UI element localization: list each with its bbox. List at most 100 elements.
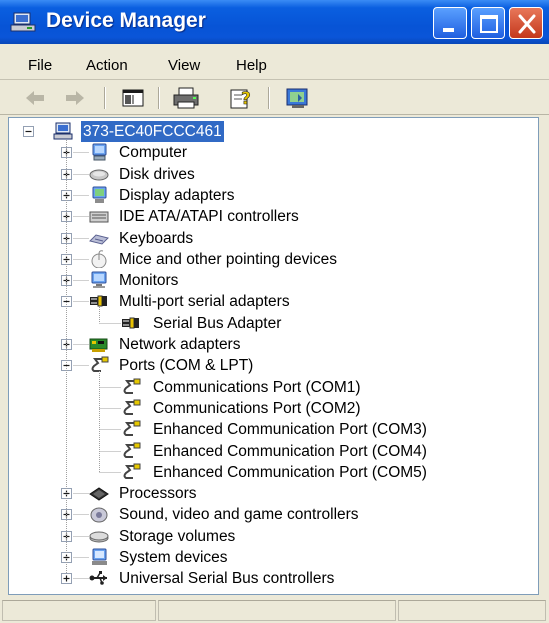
tree-child-9-0[interactable]: Communications Port (COM1) xyxy=(9,377,529,398)
tree-item-label[interactable]: Computer xyxy=(117,142,189,163)
status-pane xyxy=(158,600,396,621)
tree-node-6[interactable]: Monitors xyxy=(9,270,529,291)
toolbar: ? xyxy=(0,81,549,115)
close-icon xyxy=(518,14,536,34)
tree-node-13[interactable]: System devices xyxy=(9,547,529,568)
tree-item-label[interactable]: System devices xyxy=(117,547,230,568)
display-adapter-icon xyxy=(89,186,109,204)
ide-controller-icon xyxy=(89,207,109,225)
root-computer-icon xyxy=(53,122,73,140)
tree-item-label[interactable]: Communications Port (COM1) xyxy=(151,377,363,398)
tree-item-label[interactable]: Display adapters xyxy=(117,185,236,206)
device-manager-icon xyxy=(10,12,36,32)
menu-help[interactable]: Help xyxy=(236,57,267,74)
tree-child-7-0[interactable]: Serial Bus Adapter xyxy=(9,313,529,334)
tree-item-label[interactable]: Storage volumes xyxy=(117,526,237,547)
tree-item-label[interactable]: Enhanced Communication Port (COM4) xyxy=(151,441,429,462)
tree-item-label[interactable]: Enhanced Communication Port (COM3) xyxy=(151,419,429,440)
system-device-icon xyxy=(89,548,109,566)
tree-node-12[interactable]: Storage volumes xyxy=(9,526,529,547)
tree-item-label[interactable]: Sound, video and game controllers xyxy=(117,504,361,525)
tree-child-9-1[interactable]: Communications Port (COM2) xyxy=(9,398,529,419)
tree-node-7[interactable]: Multi-port serial adapters xyxy=(9,291,529,312)
tree-item-label[interactable]: Multi-port serial adapters xyxy=(117,291,292,312)
tree-item-label[interactable]: Universal Serial Bus controllers xyxy=(117,568,336,589)
tree-item-label[interactable]: Monitors xyxy=(117,270,180,291)
toolbar-separator xyxy=(268,87,270,109)
tree-node-3[interactable]: IDE ATA/ATAPI controllers xyxy=(9,206,529,227)
tree-guide-line xyxy=(66,140,68,577)
tree-guide-line xyxy=(99,307,101,327)
tree-node-2[interactable]: Display adapters xyxy=(9,185,529,206)
properties-icon[interactable] xyxy=(284,85,312,111)
tree-node-9[interactable]: Ports (COM & LPT) xyxy=(9,355,529,376)
tree-item-label[interactable]: 373-EC40FCCC461 xyxy=(81,121,224,142)
port-icon xyxy=(121,442,141,460)
monitor-icon xyxy=(89,271,109,289)
tree-node-1[interactable]: Disk drives xyxy=(9,164,529,185)
tree-item-label[interactable]: Keyboards xyxy=(117,228,195,249)
tree-root[interactable]: 373-EC40FCCC461 xyxy=(9,121,529,142)
menu-file[interactable]: File xyxy=(28,57,52,74)
status-pane xyxy=(398,600,546,621)
tree-item-label[interactable]: IDE ATA/ATAPI controllers xyxy=(117,206,301,227)
serial-adapter-icon xyxy=(121,314,141,332)
status-bar xyxy=(0,598,549,623)
computer-icon xyxy=(89,143,109,161)
menu-action[interactable]: Action xyxy=(86,57,128,74)
tree-node-10[interactable]: Processors xyxy=(9,483,529,504)
storage-volume-icon xyxy=(89,527,109,545)
tree-item-label[interactable]: Serial Bus Adapter xyxy=(151,313,283,334)
mouse-icon xyxy=(89,250,109,269)
toolbar-separator xyxy=(104,87,106,109)
status-pane xyxy=(2,600,156,621)
tree-child-9-2[interactable]: Enhanced Communication Port (COM3) xyxy=(9,419,529,440)
tree-node-4[interactable]: Keyboards xyxy=(9,228,529,249)
menu-bar: File Action View Help xyxy=(0,44,549,80)
tree-child-9-4[interactable]: Enhanced Communication Port (COM5) xyxy=(9,462,529,483)
tree-item-label[interactable]: Ports (COM & LPT) xyxy=(117,355,255,376)
device-tree[interactable]: 373-EC40FCCC461 Computer Disk drives Displa… xyxy=(8,117,539,595)
disk-drive-icon xyxy=(89,165,109,183)
port-icon xyxy=(121,378,141,396)
tree-item-label[interactable]: Mice and other pointing devices xyxy=(117,249,339,270)
tree-connector xyxy=(73,568,89,593)
maximize-icon xyxy=(480,15,498,33)
tree-node-8[interactable]: Network adapters xyxy=(9,334,529,355)
tree-item-label[interactable]: Network adapters xyxy=(117,334,242,355)
device-manager-window: Device Manager File Action View Help ? 3… xyxy=(0,0,549,623)
minimize-icon xyxy=(443,28,454,32)
tree-node-0[interactable]: Computer xyxy=(9,142,529,163)
forward-arrow-icon[interactable] xyxy=(62,85,88,111)
svg-text:?: ? xyxy=(241,89,251,109)
sound-icon xyxy=(89,505,109,523)
title-bar[interactable]: Device Manager xyxy=(0,0,549,44)
toolbar-separator xyxy=(158,87,160,109)
tree-guide-line xyxy=(99,371,101,477)
tree-node-14[interactable]: Universal Serial Bus controllers xyxy=(9,568,529,589)
minimize-button[interactable] xyxy=(433,7,467,39)
tree-item-label[interactable]: Communications Port (COM2) xyxy=(151,398,363,419)
close-button[interactable] xyxy=(509,7,543,39)
tree-item-label[interactable]: Disk drives xyxy=(117,164,197,185)
network-adapter-icon xyxy=(89,335,109,353)
print-icon[interactable] xyxy=(172,85,200,111)
maximize-button[interactable] xyxy=(471,7,505,39)
processor-icon xyxy=(89,484,109,502)
tree-node-5[interactable]: Mice and other pointing devices xyxy=(9,249,529,270)
tree-item-label[interactable]: Enhanced Communication Port (COM5) xyxy=(151,462,429,483)
tree-node-11[interactable]: Sound, video and game controllers xyxy=(9,504,529,525)
collapse-icon[interactable] xyxy=(23,126,34,137)
port-icon xyxy=(121,463,141,481)
tree-child-9-3[interactable]: Enhanced Communication Port (COM4) xyxy=(9,441,529,462)
help-icon[interactable]: ? xyxy=(228,85,256,111)
menu-view[interactable]: View xyxy=(168,57,200,74)
port-icon xyxy=(121,399,141,417)
tree-item-label[interactable]: Processors xyxy=(117,483,199,504)
keyboard-icon xyxy=(89,229,109,247)
show-hide-console-tree-icon[interactable] xyxy=(120,85,146,111)
back-arrow-icon[interactable] xyxy=(22,85,48,111)
usb-icon xyxy=(89,569,109,587)
window-title: Device Manager xyxy=(46,9,206,32)
port-icon xyxy=(121,420,141,438)
